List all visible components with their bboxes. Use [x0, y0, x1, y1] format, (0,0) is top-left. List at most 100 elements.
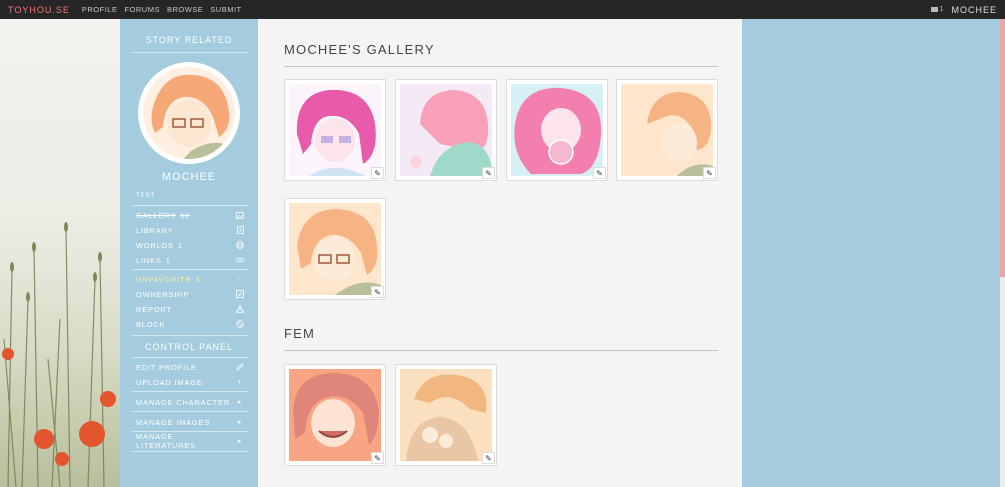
envelope-icon	[930, 7, 938, 12]
sidebar-item-label: UNFAVORITE	[136, 274, 192, 284]
thumbnail-image	[289, 203, 381, 295]
sidebar-item-label: UPLOAD IMAGE	[136, 377, 203, 387]
sidebar-item-label: OWNERSHIP	[136, 289, 190, 299]
pencil-icon: ✎	[374, 287, 381, 297]
sidebar-item-label: MANAGE CHARACTER	[136, 397, 231, 407]
divider	[132, 411, 248, 412]
favorite-count: 3	[195, 274, 201, 284]
pencil-icon: ✎	[596, 168, 603, 178]
divider	[284, 66, 718, 67]
star-icon: ☆	[236, 276, 244, 283]
thumbnail-image	[289, 84, 381, 176]
pencil-icon: ✎	[485, 453, 492, 463]
sidebar-item-label: REPORT	[136, 304, 172, 314]
thumbnail-image	[400, 84, 492, 176]
divider	[132, 391, 248, 392]
edit-profile-link[interactable]: EDIT PROFILE	[136, 361, 244, 373]
unfavorite-button[interactable]: UNFAVORITE 3 ☆	[136, 273, 244, 285]
gallery-thumbnail[interactable]: ✎	[395, 364, 497, 466]
edit-image-button[interactable]: ✎	[593, 167, 606, 179]
block-button[interactable]: BLOCK	[136, 318, 244, 330]
manage-literatures-menu[interactable]: MANAGE LITERATURES ▸	[136, 432, 244, 450]
caret-right-icon: ▸	[237, 438, 243, 445]
divider	[132, 335, 248, 336]
nav-forums-link[interactable]: FORUMS	[124, 5, 160, 14]
divider	[132, 52, 248, 53]
divider	[132, 357, 248, 358]
globe-icon	[236, 241, 244, 249]
manage-character-menu[interactable]: MANAGE CHARACTER ▸	[136, 396, 244, 408]
gallery-thumbnail[interactable]: ✎	[284, 364, 386, 466]
link-icon	[236, 256, 244, 264]
caret-right-icon: ▸	[237, 419, 243, 426]
sidebar-item-label: LIBRARY	[136, 225, 174, 235]
thumbnail-image	[511, 84, 603, 176]
top-nav: TOYHOU.SE PROFILE FORUMS BROWSE SUBMIT 1…	[0, 0, 1005, 19]
sidebar-item-count: 1	[165, 255, 171, 265]
caret-right-icon: ▸	[237, 399, 243, 406]
main-panel: MOCHEE'S GALLERY ✎ ✎ ✎ ✎ ✎ FEM ✎ ✎	[258, 19, 742, 487]
avatar-image	[143, 67, 235, 159]
image-icon	[236, 211, 244, 219]
edit-image-button[interactable]: ✎	[703, 167, 716, 179]
divider	[284, 350, 718, 351]
gallery-thumbnail[interactable]: ✎	[284, 198, 386, 300]
edit-image-button[interactable]: ✎	[371, 286, 384, 298]
user-menu[interactable]: MOCHEE	[951, 5, 997, 15]
sidebar-item-label: LINKS	[136, 255, 162, 265]
nav-profile-link[interactable]: PROFILE	[82, 5, 118, 14]
character-tagline: TEST	[136, 193, 156, 199]
flower-field-illustration	[2, 222, 116, 487]
messages-button[interactable]: 1	[930, 6, 943, 13]
gallery-thumbnail[interactable]: ✎	[616, 79, 718, 181]
background-photo	[0, 19, 120, 487]
plus-icon: +	[237, 378, 243, 386]
manage-images-menu[interactable]: MANAGE IMAGES ▸	[136, 416, 244, 428]
sidebar-item-label: BLOCK	[136, 319, 166, 329]
nav-right: 1 MOCHEE	[930, 5, 997, 15]
divider	[132, 205, 248, 206]
control-panel-heading: CONTROL PANEL	[144, 342, 233, 352]
sidebar-item-label: EDIT PROFILE	[136, 362, 197, 372]
sidebar-item-label: WORLDS	[136, 240, 174, 250]
scrollbar-thumb[interactable]	[1000, 19, 1005, 277]
thumbnail-image	[400, 369, 492, 461]
character-name: MOCHEE	[161, 171, 217, 183]
pencil-icon: ✎	[374, 168, 381, 178]
gallery-thumbnail[interactable]: ✎	[395, 79, 497, 181]
sidebar-item-label: MANAGE IMAGES	[136, 417, 211, 427]
warning-icon	[236, 305, 244, 313]
fem-folder-title: FEM	[284, 326, 316, 341]
sidebar: STORY RELATED MOCHEE TEST GALLERY 12 LIBR…	[120, 19, 258, 487]
checkbox-icon	[236, 290, 244, 298]
brand-logo[interactable]: TOYHOU.SE	[8, 5, 70, 15]
gallery-thumbnail[interactable]: ✎	[506, 79, 608, 181]
pencil-icon: ✎	[374, 453, 381, 463]
edit-image-button[interactable]: ✎	[482, 167, 495, 179]
sidebar-item-count: 12	[180, 210, 191, 220]
nav-browse-link[interactable]: BROWSE	[167, 5, 203, 14]
edit-image-button[interactable]: ✎	[371, 452, 384, 464]
pencil-icon: ✎	[485, 168, 492, 178]
ban-icon	[236, 320, 244, 328]
nav-submit-link[interactable]: SUBMIT	[210, 5, 241, 14]
ownership-button[interactable]: OWNERSHIP	[136, 288, 244, 300]
sidebar-item-count: 1	[177, 240, 183, 250]
edit-image-button[interactable]: ✎	[482, 452, 495, 464]
sidebar-item-gallery[interactable]: GALLERY 12	[136, 209, 244, 221]
sidebar-item-label: GALLERY	[136, 210, 177, 220]
thumbnail-image	[289, 369, 381, 461]
pencil-icon	[236, 363, 244, 371]
sidebar-item-library[interactable]: LIBRARY	[136, 224, 244, 236]
book-icon	[236, 226, 244, 234]
gallery-thumbnail[interactable]: ✎	[284, 79, 386, 181]
report-button[interactable]: REPORT	[136, 303, 244, 315]
upload-image-link[interactable]: UPLOAD IMAGE +	[136, 376, 244, 388]
thumbnail-image	[621, 84, 713, 176]
sidebar-item-worlds[interactable]: WORLDS 1	[136, 239, 244, 251]
divider	[132, 269, 248, 270]
gallery-title: MOCHEE'S GALLERY	[284, 42, 435, 57]
avatar[interactable]	[138, 62, 240, 164]
sidebar-item-links[interactable]: LINKS 1	[136, 254, 244, 266]
edit-image-button[interactable]: ✎	[371, 167, 384, 179]
